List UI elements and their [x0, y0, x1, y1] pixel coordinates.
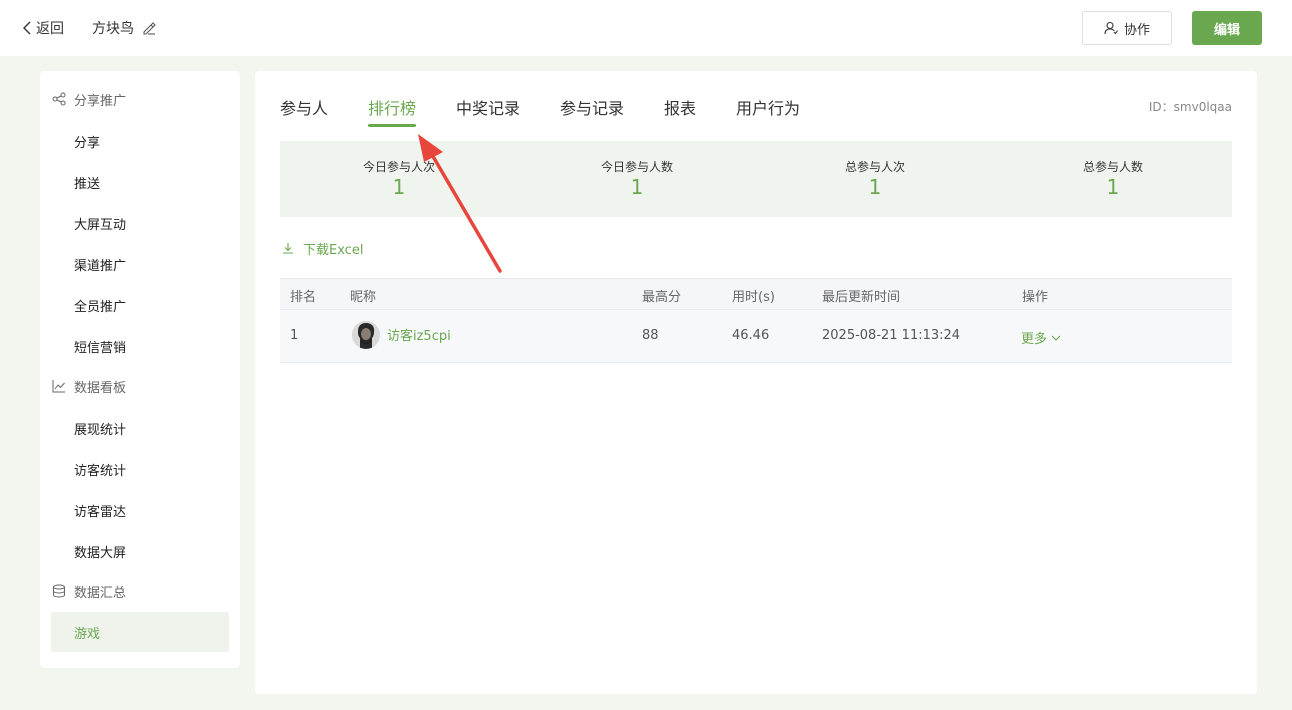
tab-prize-records[interactable]: 中奖记录 [456, 95, 520, 119]
tab-user-behavior[interactable]: 用户行为 [736, 95, 800, 119]
cell-score: 88 [642, 328, 659, 343]
sidebar-item-display-stats[interactable]: 展现统计 [51, 408, 229, 448]
sidebar: 分享推广 分享 推送 大屏互动 渠道推广 全员推广 短信营销 数据看板 展现统计… [40, 71, 240, 668]
sidebar-item-push[interactable]: 推送 [51, 162, 229, 202]
sidebar-group-dashboard: 数据看板 [52, 376, 126, 396]
more-actions-dropdown[interactable]: 更多 [1021, 328, 1061, 347]
cell-updated: 2025-08-21 11:13:24 [822, 328, 961, 343]
collaborate-label: 协作 [1123, 22, 1150, 38]
activity-id: ID：smv0lqaa [1148, 100, 1232, 114]
stat-today-users: 今日参与人数 1 [518, 141, 756, 217]
sidebar-item-visitor-stats[interactable]: 访客统计 [51, 449, 229, 489]
cell-rank: 1 [290, 328, 299, 343]
avatar [352, 321, 380, 349]
sidebar-group-label: 分享推广 [74, 93, 127, 109]
sidebar-item-data-screen[interactable]: 数据大屏 [51, 531, 229, 571]
download-excel-link[interactable]: 下载Excel [282, 239, 364, 258]
stat-today-visits: 今日参与人次 1 [280, 141, 518, 217]
column-header-updated: 最后更新时间 [822, 290, 901, 305]
page-title: 方块鸟 [92, 17, 156, 39]
back-label: 返回 [36, 21, 64, 37]
stats-panel: 今日参与人次 1 今日参与人数 1 总参与人次 1 总参与人数 1 [280, 141, 1232, 217]
more-label: 更多 [1021, 332, 1048, 347]
chevron-left-icon [23, 21, 31, 35]
tab-participation-records[interactable]: 参与记录 [560, 95, 624, 119]
sidebar-item-game[interactable]: 游戏 [51, 612, 229, 652]
tab-leaderboard[interactable]: 排行榜 [368, 95, 416, 119]
line-chart-icon [52, 380, 65, 393]
sidebar-group-label: 数据汇总 [74, 585, 127, 601]
sidebar-item-big-screen-interaction[interactable]: 大屏互动 [51, 203, 229, 243]
stat-label: 总参与人次 [844, 160, 905, 174]
sidebar-group-label: 数据看板 [74, 380, 127, 396]
leaderboard-table: 排名 昵称 最高分 用时(s) 最后更新时间 操作 1 访客iz5cpi 88 … [280, 278, 1232, 363]
back-button[interactable]: 返回 [22, 17, 64, 39]
page-title-text: 方块鸟 [92, 21, 134, 37]
tab-reports[interactable]: 报表 [664, 95, 696, 119]
sidebar-item-visitor-radar[interactable]: 访客雷达 [51, 490, 229, 530]
column-header-score: 最高分 [642, 290, 682, 305]
stat-label: 今日参与人次 [362, 160, 435, 174]
chevron-down-icon [1051, 335, 1061, 341]
table-row: 1 访客iz5cpi 88 46.46 2025-08-21 11:13:24 … [280, 310, 1232, 363]
table-header: 排名 昵称 最高分 用时(s) 最后更新时间 操作 [280, 278, 1232, 310]
sidebar-item-staff-promotion[interactable]: 全员推广 [51, 285, 229, 325]
column-header-actions: 操作 [1022, 290, 1049, 305]
stat-value: 1 [392, 175, 406, 199]
top-bar: 返回 方块鸟 协作 编辑 [0, 0, 1292, 56]
cell-nickname[interactable]: 访客iz5cpi [387, 325, 451, 344]
cell-time: 46.46 [732, 328, 770, 343]
stat-total-users: 总参与人数 1 [994, 141, 1232, 217]
share-icon [52, 92, 66, 106]
edit-button[interactable]: 编辑 [1192, 11, 1262, 45]
sidebar-item-sms-marketing[interactable]: 短信营销 [51, 326, 229, 366]
stat-value: 1 [868, 175, 882, 199]
stat-label: 今日参与人数 [600, 160, 673, 174]
sidebar-item-channel-promotion[interactable]: 渠道推广 [51, 244, 229, 284]
stat-label: 总参与人数 [1082, 160, 1143, 174]
sidebar-item-share[interactable]: 分享 [51, 121, 229, 161]
column-header-nickname: 昵称 [350, 290, 377, 305]
main-panel: 参与人 排行榜 中奖记录 参与记录 报表 用户行为 ID：smv0lqaa 今日… [255, 71, 1257, 694]
sidebar-group-share: 分享推广 [52, 89, 126, 109]
stat-value: 1 [630, 175, 644, 199]
edit-pencil-icon[interactable] [142, 21, 156, 35]
database-icon [53, 584, 65, 598]
download-icon [283, 243, 293, 254]
sidebar-group-summary: 数据汇总 [52, 581, 126, 601]
avatar-image [352, 321, 380, 349]
tab-participants[interactable]: 参与人 [280, 95, 328, 119]
stat-value: 1 [1106, 175, 1120, 199]
active-tab-indicator [368, 124, 416, 127]
stat-total-visits: 总参与人次 1 [756, 141, 994, 217]
download-label: 下载Excel [303, 242, 364, 258]
collaborate-button[interactable]: 协作 [1082, 11, 1172, 45]
column-header-time: 用时(s) [732, 290, 775, 305]
column-header-rank: 排名 [290, 290, 317, 305]
user-icon [1104, 21, 1118, 35]
